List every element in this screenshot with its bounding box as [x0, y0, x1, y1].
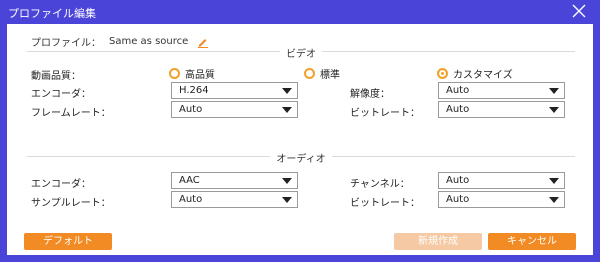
- audio-section-title: オーディオ: [270, 154, 332, 165]
- channel-label: チャンネル：: [350, 179, 410, 190]
- sample-rate-value: Auto: [179, 194, 203, 205]
- audio-bitrate-select[interactable]: Auto: [438, 191, 565, 208]
- video-bitrate-label: ビットレート：: [350, 108, 420, 119]
- cancel-button[interactable]: キャンセル: [488, 233, 576, 250]
- chevron-down-icon: [282, 197, 292, 203]
- audio-bitrate-label: ビットレート：: [350, 198, 420, 209]
- sample-rate-label: サンプルレート：: [31, 198, 111, 209]
- resolution-select[interactable]: Auto: [438, 82, 565, 99]
- quality-standard-radio[interactable]: 標準: [304, 66, 340, 81]
- video-section-header: ビデオ: [27, 45, 575, 60]
- dialog-body: プロファイル： Same as source ビデオ 動画品質： 高品質 標準 …: [7, 24, 593, 255]
- chevron-down-icon: [549, 178, 559, 184]
- new-button[interactable]: 新規作成: [394, 233, 482, 250]
- chevron-down-icon: [549, 197, 559, 203]
- chevron-down-icon: [282, 178, 292, 184]
- frame-rate-label: フレームレート：: [31, 108, 111, 119]
- channel-select[interactable]: Auto: [438, 172, 565, 189]
- resolution-label: 解像度：: [350, 89, 390, 100]
- quality-standard-label: 標準: [320, 70, 340, 81]
- frame-rate-value: Auto: [179, 104, 203, 115]
- chevron-down-icon: [549, 88, 559, 94]
- quality-custom-label: カスタマイズ: [453, 70, 513, 81]
- audio-encoder-value: AAC: [179, 175, 200, 186]
- video-bitrate-value: Auto: [446, 104, 470, 115]
- video-encoder-value: H.264: [179, 85, 209, 96]
- title-bar: プロファイル編集: [0, 0, 600, 24]
- chevron-down-icon: [282, 107, 292, 113]
- sample-rate-select[interactable]: Auto: [171, 191, 298, 208]
- audio-encoder-label: エンコーダ：: [31, 179, 91, 190]
- video-section-title: ビデオ: [280, 49, 322, 60]
- radio-high-indicator: [169, 68, 180, 79]
- quality-high-radio[interactable]: 高品質: [169, 66, 215, 81]
- default-button[interactable]: デフォルト: [24, 233, 112, 250]
- chevron-down-icon: [549, 107, 559, 113]
- resolution-value: Auto: [446, 85, 470, 96]
- audio-section-header: オーディオ: [27, 150, 575, 165]
- chevron-down-icon: [282, 88, 292, 94]
- audio-bitrate-value: Auto: [446, 194, 470, 205]
- video-bitrate-select[interactable]: Auto: [438, 101, 565, 118]
- quality-high-label: 高品質: [185, 70, 215, 81]
- radio-custom-indicator: [437, 68, 448, 79]
- video-encoder-select[interactable]: H.264: [171, 82, 298, 99]
- channel-value: Auto: [446, 175, 470, 186]
- video-encoder-label: エンコーダ：: [31, 89, 91, 100]
- quality-custom-radio[interactable]: カスタマイズ: [437, 66, 513, 81]
- close-icon[interactable]: [572, 4, 586, 18]
- window-title: プロファイル編集: [8, 7, 96, 20]
- profile-edit-dialog: プロファイル編集 プロファイル： Same as source ビデオ 動画品質…: [0, 0, 600, 262]
- audio-encoder-select[interactable]: AAC: [171, 172, 298, 189]
- radio-standard-indicator: [304, 68, 315, 79]
- frame-rate-select[interactable]: Auto: [171, 101, 298, 118]
- video-quality-label: 動画品質：: [31, 71, 81, 82]
